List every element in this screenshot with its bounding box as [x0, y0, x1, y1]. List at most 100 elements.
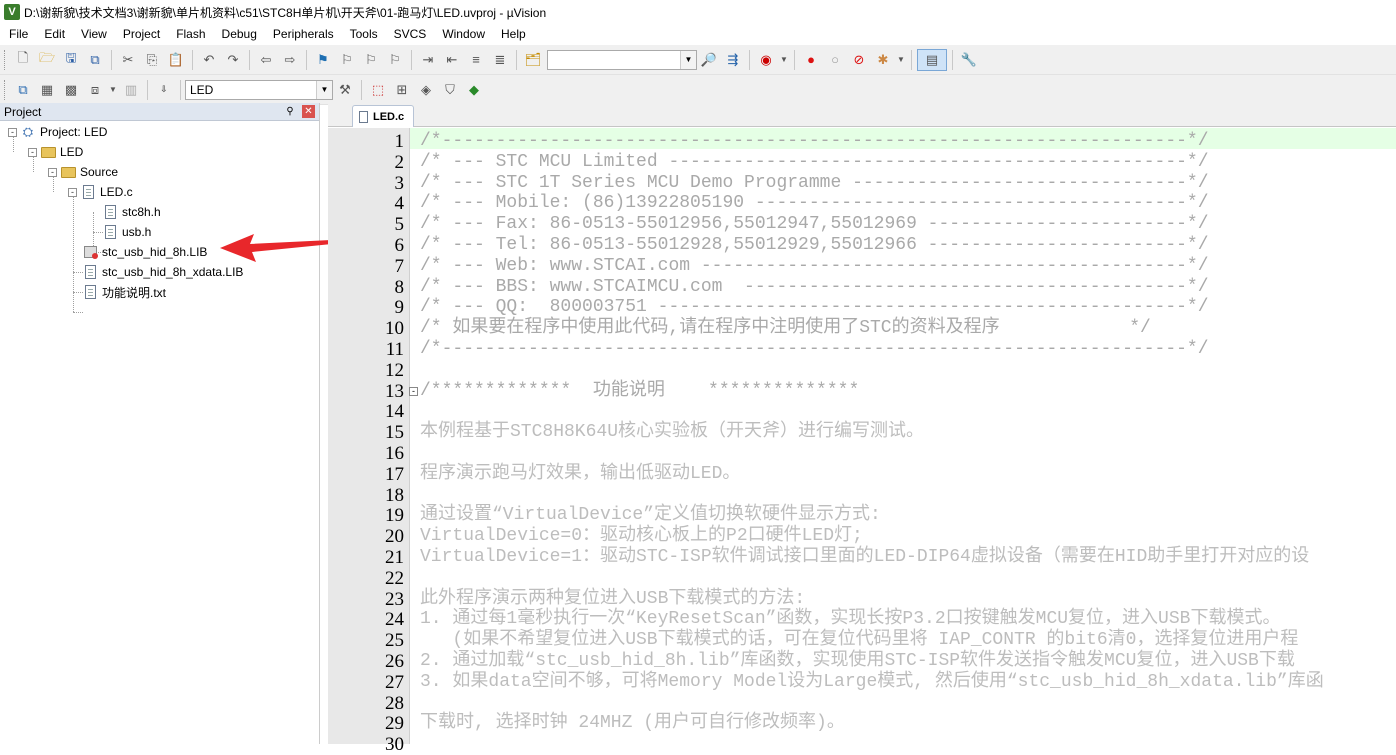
editor-pane: LED.c 1 2 3 4 5 6 7 8 9 10 11 12 13 14 15 16 17 18 19 20 21 2… [328, 103, 1396, 755]
code-line: /* --- Mobile: (86)13922805190 ---------… [420, 193, 1209, 214]
menu-help[interactable]: Help [492, 24, 533, 44]
code-line: 3. 如果data空间不够，可将Memory Model设为Large模式, 然… [420, 671, 1324, 692]
tree-node-label: Project: LED [40, 125, 108, 139]
nav-back-icon[interactable]: ⇦ [255, 49, 277, 71]
chevron-down-icon[interactable]: ▼ [108, 79, 118, 101]
uvision-app-icon: V [4, 4, 20, 20]
uncomment-icon[interactable]: ≣ [489, 49, 511, 71]
next-bookmark-icon[interactable]: ⚐ [360, 49, 382, 71]
lib-file-icon [82, 264, 98, 280]
target-select[interactable]: LED ▼ [185, 79, 333, 100]
open-file-icon[interactable]: 🗁 [36, 49, 58, 71]
tree-node-file[interactable]: usb.h [102, 222, 151, 242]
collapse-icon[interactable]: - [48, 167, 57, 177]
select-pack-icon[interactable]: ◈ [415, 79, 437, 101]
code-line: 下载时, 选择时钟 24MHZ (用户可自行修改频率)。 [420, 713, 845, 734]
line-number: 27 [385, 671, 404, 693]
paste-icon[interactable]: 📋 [165, 49, 187, 71]
wrench-icon[interactable]: 🔧 [958, 49, 980, 71]
cut-icon[interactable]: ✂ [117, 49, 139, 71]
rebuild-icon[interactable]: ▩ [60, 79, 82, 101]
breakpoint-icon[interactable]: ● [800, 49, 822, 71]
file-toolbar: 🗋 🗁 🖫 ⧉ ✂ ⎘ 📋 ↶ ↷ ⇦ ⇨ ⚑ ⚐ ⚐ ⚐ ⇥ ⇤ ≡ ≣ 🗂 … [0, 45, 1396, 75]
menu-flash[interactable]: Flash [167, 24, 212, 44]
header-file-icon [102, 204, 118, 220]
menu-window[interactable]: Window [433, 24, 492, 44]
menu-view[interactable]: View [72, 24, 114, 44]
incremental-find-icon[interactable]: ⇶ [722, 49, 744, 71]
menu-tools[interactable]: Tools [341, 24, 385, 44]
tree-node-file[interactable]: 功能说明.txt [82, 282, 166, 302]
collapse-icon[interactable]: - [8, 127, 17, 137]
find-icon[interactable]: 🔎 [698, 49, 720, 71]
new-file-icon[interactable]: 🗋 [12, 49, 34, 71]
find-combo[interactable]: ▼ [547, 49, 697, 70]
menu-file[interactable]: File [0, 24, 35, 44]
code-line: /*--------------------------------------… [420, 339, 1209, 359]
code-line: 通过设置“VirtualDevice”定义值切换软硬件显示方式: [420, 505, 881, 526]
batch-build-icon[interactable]: ⧈ [84, 79, 106, 101]
tree-node-file[interactable]: stc8h.h [102, 202, 161, 222]
collapse-icon[interactable]: - [28, 147, 37, 157]
indent-icon[interactable]: ⇥ [417, 49, 439, 71]
bookmark-icon[interactable]: ⚑ [312, 49, 334, 71]
copy-icon[interactable]: ⎘ [141, 49, 163, 71]
clear-bookmarks-icon[interactable]: ⚐ [384, 49, 406, 71]
toolbar-separator [794, 49, 795, 70]
chevron-down-icon[interactable]: ▼ [316, 80, 332, 99]
save-all-icon[interactable]: ⧉ [84, 49, 106, 71]
manage-rte-icon[interactable]: ⛉ [439, 79, 461, 101]
pack-installer-icon[interactable]: ◆ [463, 79, 485, 101]
chevron-down-icon[interactable]: ▼ [779, 49, 789, 71]
tree-node-label: 功能说明.txt [102, 285, 167, 300]
tree-node-group[interactable]: - Source [48, 162, 118, 182]
tree-connector [73, 312, 83, 313]
line-number: 20 [385, 526, 404, 548]
tree-node-project[interactable]: - ⛭ Project: LED [8, 122, 107, 142]
file-extensions-icon[interactable]: ⊞ [391, 79, 413, 101]
close-icon[interactable]: ✕ [302, 105, 315, 118]
menu-debug[interactable]: Debug [213, 24, 264, 44]
redo-icon[interactable]: ↷ [222, 49, 244, 71]
translate-icon[interactable]: ⧉ [12, 79, 34, 101]
disable-breakpoint-icon[interactable]: ○ [824, 49, 846, 71]
save-icon[interactable]: 🖫 [60, 49, 82, 71]
manage-components-icon[interactable]: ⬚ [367, 79, 389, 101]
collapse-icon[interactable]: - [68, 187, 77, 197]
menu-project[interactable]: Project [114, 24, 167, 44]
window-layout-icon[interactable]: ▤ [917, 48, 947, 71]
tab-led-c[interactable]: LED.c [352, 105, 414, 127]
chevron-down-icon[interactable]: ▼ [680, 50, 696, 69]
download-icon[interactable]: ⇩ [153, 79, 175, 101]
line-number: 6 [394, 235, 405, 256]
line-number: 14 [385, 401, 404, 423]
line-number: 21 [385, 547, 404, 568]
prev-bookmark-icon[interactable]: ⚐ [336, 49, 358, 71]
tree-node-file[interactable]: - LED.c [68, 182, 133, 202]
chevron-down-icon[interactable]: ▼ [896, 49, 906, 71]
pin-icon[interactable]: ⚲ [284, 106, 296, 118]
menu-svcs[interactable]: SVCS [385, 24, 434, 44]
menu-edit[interactable]: Edit [35, 24, 72, 44]
target-options-icon[interactable]: ⚒ [334, 79, 356, 101]
configure-icon[interactable]: ✱ [872, 49, 894, 71]
tree-node-target[interactable]: - LED [28, 142, 83, 162]
unindent-icon[interactable]: ⇤ [441, 49, 463, 71]
find-in-files-icon[interactable]: 🗂 [522, 49, 544, 71]
stop-build-icon[interactable]: ▥ [120, 79, 142, 101]
line-number: 24 [385, 609, 404, 631]
code-line: (如果不希望复位进入USB下载模式的话，可在复位代码里将 IAP_CONTR 的… [420, 630, 1299, 651]
menu-peripherals[interactable]: Peripherals [264, 24, 341, 44]
kill-breakpoints-icon[interactable]: ⊘ [848, 49, 870, 71]
toolbar-grip[interactable] [4, 79, 7, 100]
line-number: 10 [385, 318, 404, 340]
comment-icon[interactable]: ≡ [465, 49, 487, 71]
code-area[interactable]: /*--------------------------------------… [410, 128, 1396, 744]
nav-forward-icon[interactable]: ⇨ [279, 49, 301, 71]
tree-node-file[interactable]: stc_usb_hid_8h.LIB [82, 242, 207, 262]
build-icon[interactable]: ▦ [36, 79, 58, 101]
debug-session-icon[interactable]: ◉ [755, 49, 777, 71]
toolbar-grip[interactable] [4, 49, 7, 70]
folder-icon [60, 164, 76, 180]
undo-icon[interactable]: ↶ [198, 49, 220, 71]
